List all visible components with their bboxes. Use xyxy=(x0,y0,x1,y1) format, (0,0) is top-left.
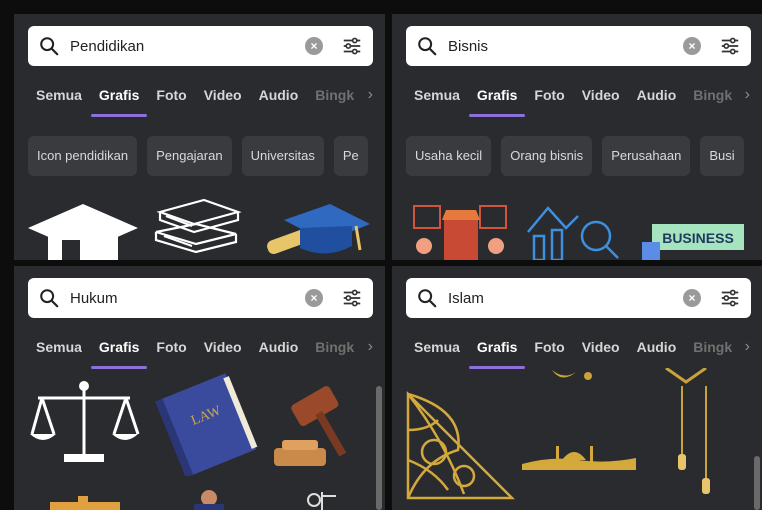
tab-bingkai[interactable]: Bingk xyxy=(315,86,354,104)
tab-audio[interactable]: Audio xyxy=(259,86,299,104)
chip-orang-bisnis[interactable]: Orang bisnis xyxy=(501,136,593,176)
tab-bingkai[interactable]: Bingk xyxy=(315,338,354,356)
suggestion-chips: Usaha kecil Orang bisnis Perusahaan Busi xyxy=(406,136,754,176)
gavel-icon[interactable] xyxy=(264,374,376,470)
chip-more[interactable]: Pe xyxy=(333,136,368,176)
tab-semua[interactable]: Semua xyxy=(414,86,460,104)
tab-audio[interactable]: Audio xyxy=(637,86,677,104)
scrollbar[interactable] xyxy=(754,456,760,510)
graduation-cap-diploma-icon[interactable] xyxy=(260,200,370,260)
business-sign-icon[interactable]: BUSINESS xyxy=(642,220,747,260)
tab-foto[interactable]: Foto xyxy=(534,338,564,356)
graduation-cap-icon[interactable] xyxy=(28,200,138,260)
clear-icon[interactable]: × xyxy=(305,37,323,55)
person-icon[interactable] xyxy=(184,488,234,510)
tab-foto[interactable]: Foto xyxy=(156,86,186,104)
search-input[interactable]: Hukum xyxy=(70,290,305,307)
tab-bingkai[interactable]: Bingk xyxy=(693,86,732,104)
tab-grafis[interactable]: Grafis xyxy=(468,338,526,369)
tab-video[interactable]: Video xyxy=(204,86,242,104)
arabesque-corner-ornament-icon[interactable] xyxy=(404,390,516,502)
filter-settings-icon[interactable] xyxy=(719,35,741,57)
tab-foto[interactable]: Foto xyxy=(156,338,186,356)
clear-icon[interactable]: × xyxy=(683,289,701,307)
chevron-right-icon[interactable]: › xyxy=(368,86,373,104)
search-panel-bisnis: Bisnis × Semua Grafis Foto Video Audio B… xyxy=(392,14,762,260)
chip-perusahaan[interactable]: Perusahaan xyxy=(602,136,691,176)
tab-audio[interactable]: Audio xyxy=(637,338,677,356)
scales-of-justice-icon[interactable] xyxy=(28,378,140,468)
scrollbar[interactable] xyxy=(376,386,382,510)
search-bar[interactable]: Pendidikan × xyxy=(28,26,373,66)
search-icon xyxy=(418,289,437,308)
filter-settings-icon[interactable] xyxy=(341,35,363,57)
chevron-right-icon[interactable]: › xyxy=(745,338,750,356)
ornament-top-icon[interactable] xyxy=(656,368,716,384)
hanging-lanterns-icon[interactable] xyxy=(664,386,724,498)
business-sign-text: BUSINESS xyxy=(662,230,734,246)
search-bar[interactable]: Islam × xyxy=(406,278,751,318)
filter-settings-icon[interactable] xyxy=(719,287,741,309)
tab-video[interactable]: Video xyxy=(582,338,620,356)
search-bar[interactable]: Hukum × xyxy=(28,278,373,318)
chart-magnifier-icon[interactable] xyxy=(526,202,626,260)
chip-more[interactable]: Busi xyxy=(700,136,744,176)
books-stack-icon[interactable] xyxy=(152,194,242,260)
scale-small-icon[interactable] xyxy=(302,488,342,510)
category-tabs: Semua Grafis Foto Video Audio Bingk xyxy=(414,86,749,120)
category-tabs: Semua Grafis Foto Video Audio Bingk xyxy=(36,86,371,120)
gold-bar-icon[interactable] xyxy=(44,496,124,510)
chevron-right-icon[interactable]: › xyxy=(745,86,750,104)
search-input[interactable]: Pendidikan xyxy=(70,38,305,55)
tab-grafis[interactable]: Grafis xyxy=(90,86,148,117)
law-book-icon[interactable]: LAW xyxy=(150,366,262,476)
tab-semua[interactable]: Semua xyxy=(36,86,82,104)
mosque-silhouette-icon[interactable] xyxy=(522,430,636,470)
search-panel-pendidikan: Pendidikan × Semua Grafis Foto Video Aud… xyxy=(14,14,385,260)
chip-universitas[interactable]: Universitas xyxy=(241,136,324,176)
tab-grafis[interactable]: Grafis xyxy=(468,86,526,117)
search-panel-hukum: Hukum × Semua Grafis Foto Video Audio Bi… xyxy=(14,266,385,510)
chevron-right-icon[interactable]: › xyxy=(368,338,373,356)
tab-grafis[interactable]: Grafis xyxy=(90,338,148,369)
chip-icon-pendidikan[interactable]: Icon pendidikan xyxy=(28,136,138,176)
tab-video[interactable]: Video xyxy=(204,338,242,356)
tab-bingkai[interactable]: Bingk xyxy=(693,338,732,356)
small-shop-icon[interactable] xyxy=(410,202,510,260)
crescent-icon[interactable] xyxy=(542,368,602,386)
tab-semua[interactable]: Semua xyxy=(414,338,460,356)
search-input[interactable]: Islam xyxy=(448,290,683,307)
chip-usaha-kecil[interactable]: Usaha kecil xyxy=(406,136,492,176)
clear-icon[interactable]: × xyxy=(305,289,323,307)
suggestion-chips: Icon pendidikan Pengajaran Universitas P… xyxy=(28,136,378,176)
search-bar[interactable]: Bisnis × xyxy=(406,26,751,66)
search-icon xyxy=(418,37,437,56)
search-panel-islam: Islam × Semua Grafis Foto Video Audio Bi… xyxy=(392,266,762,510)
tab-video[interactable]: Video xyxy=(582,86,620,104)
search-input[interactable]: Bisnis xyxy=(448,38,683,55)
tab-semua[interactable]: Semua xyxy=(36,338,82,356)
category-tabs: Semua Grafis Foto Video Audio Bingk xyxy=(414,338,749,372)
chip-pengajaran[interactable]: Pengajaran xyxy=(147,136,232,176)
filter-settings-icon[interactable] xyxy=(341,287,363,309)
tab-audio[interactable]: Audio xyxy=(259,338,299,356)
clear-icon[interactable]: × xyxy=(683,37,701,55)
search-icon xyxy=(40,37,59,56)
tab-foto[interactable]: Foto xyxy=(534,86,564,104)
search-icon xyxy=(40,289,59,308)
